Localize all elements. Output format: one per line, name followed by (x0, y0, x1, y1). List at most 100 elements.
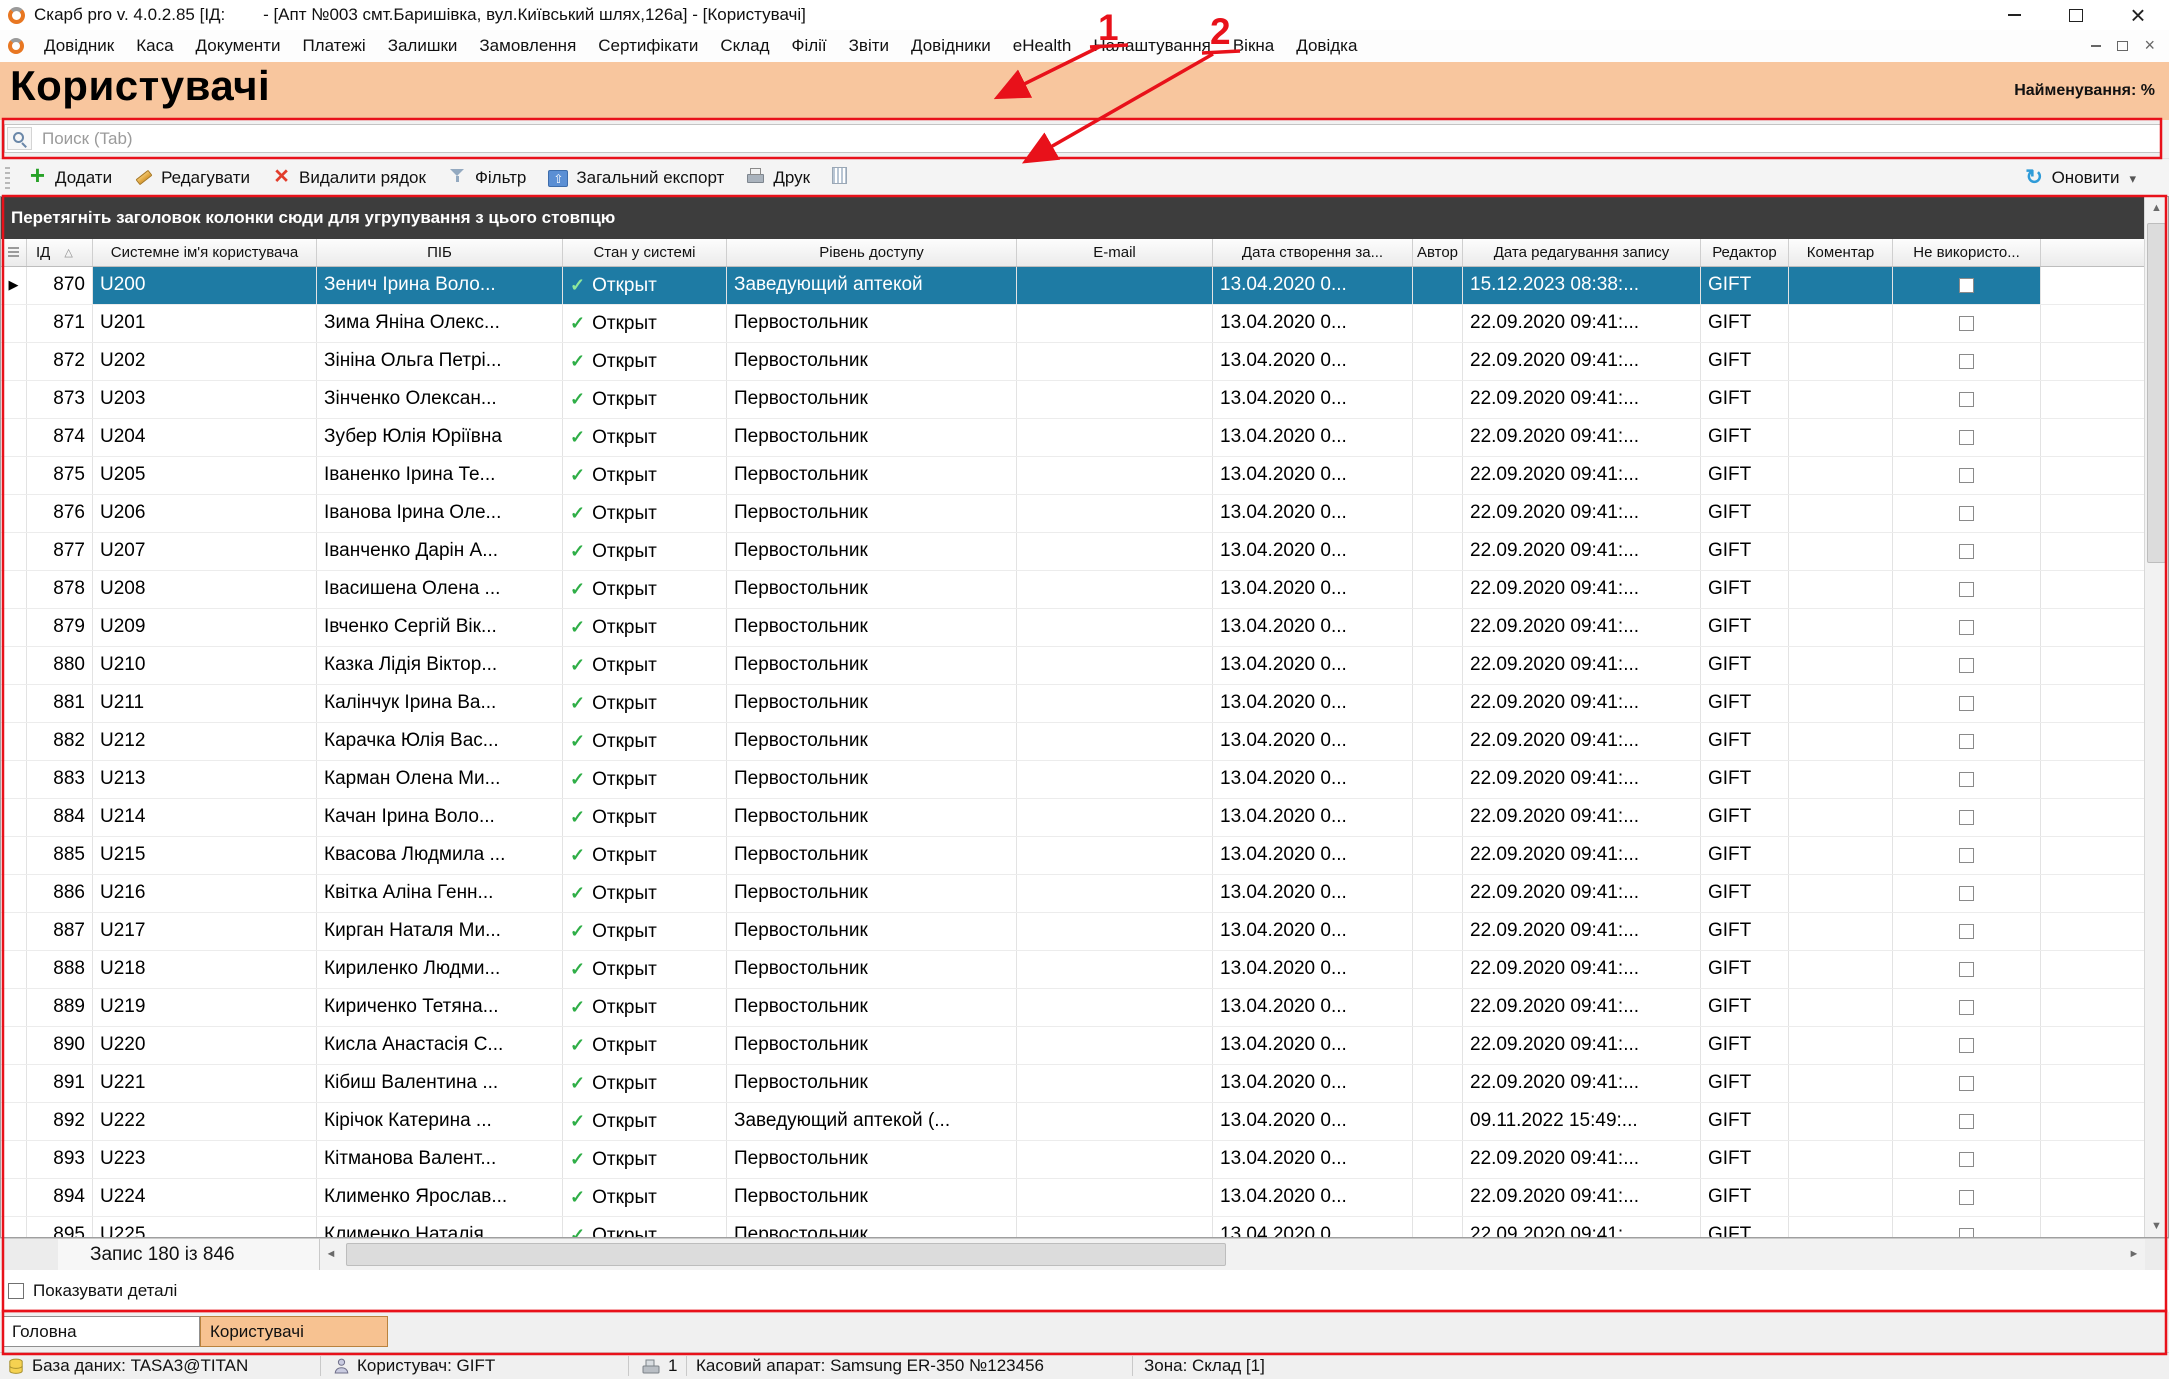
not-used-checkbox[interactable] (1959, 392, 1974, 407)
horizontal-scroll-thumb[interactable] (346, 1243, 1226, 1266)
column-header-email[interactable]: E-mail (1017, 239, 1213, 266)
not-used-checkbox[interactable] (1959, 772, 1974, 787)
column-header-status[interactable]: Стан у системі (563, 239, 727, 266)
search-icon[interactable] (7, 127, 32, 150)
table-row[interactable]: 878U208Івасишена Олена ...✓ОткрытПервост… (1, 571, 2144, 609)
table-row[interactable]: 879U209Івченко Сергій Вік...✓ОткрытПерво… (1, 609, 2144, 647)
table-row[interactable]: 871U201Зима Яніна Олекс...✓ОткрытПервост… (1, 305, 2144, 343)
column-header-id[interactable]: ІД△ (27, 239, 93, 266)
table-row[interactable]: 892U222Кірічок Катерина ...✓ОткрытЗаведу… (1, 1103, 2144, 1141)
delete-button[interactable]: Видалити рядок (261, 163, 437, 193)
tab-users[interactable]: Користувачі (200, 1316, 388, 1347)
table-row[interactable]: 895U225Клименко Наталія✓ОткрытПервостоль… (1, 1217, 2144, 1237)
table-row[interactable]: 894U224Клименко Ярослав...✓ОткрытПервост… (1, 1179, 2144, 1217)
table-row[interactable]: 885U215Квасова Людмила ...✓ОткрытПервост… (1, 837, 2144, 875)
table-row[interactable]: 882U212Карачка Юлія Вас...✓ОткрытПервост… (1, 723, 2144, 761)
vertical-scroll-thumb[interactable] (2147, 223, 2166, 563)
scroll-down-icon[interactable] (2145, 1215, 2168, 1237)
menu-item-2[interactable]: Документи (185, 36, 292, 56)
chevron-down-icon[interactable] (2127, 168, 2136, 188)
not-used-checkbox[interactable] (1959, 1114, 1974, 1129)
menu-item-8[interactable]: Філії (781, 36, 838, 56)
not-used-checkbox[interactable] (1959, 1190, 1974, 1205)
not-used-checkbox[interactable] (1959, 1228, 1974, 1237)
menu-item-14[interactable]: Довідка (1285, 36, 1368, 56)
table-row[interactable]: 883U213Карман Олена Ми...✓ОткрытПервосто… (1, 761, 2144, 799)
not-used-checkbox[interactable] (1959, 810, 1974, 825)
mdi-restore-button[interactable] (2117, 41, 2128, 51)
vertical-scrollbar[interactable] (2144, 197, 2168, 1237)
table-row[interactable]: 884U214Качан Ірина Воло...✓ОткрытПервост… (1, 799, 2144, 837)
mdi-close-button[interactable] (2144, 37, 2155, 56)
not-used-checkbox[interactable] (1959, 582, 1974, 597)
table-row[interactable]: 888U218Кириленко Людми...✓ОткрытПервосто… (1, 951, 2144, 989)
not-used-checkbox[interactable] (1959, 620, 1974, 635)
column-header-notused[interactable]: Не використо... (1893, 239, 2041, 266)
menu-item-9[interactable]: Звіти (838, 36, 900, 56)
show-details-checkbox[interactable] (8, 1283, 24, 1299)
not-used-checkbox[interactable] (1959, 354, 1974, 369)
table-row[interactable]: 889U219Кириченко Тетяна...✓ОткрытПервост… (1, 989, 2144, 1027)
not-used-checkbox[interactable] (1959, 886, 1974, 901)
not-used-checkbox[interactable] (1959, 544, 1974, 559)
table-row[interactable]: 891U221Кібиш Валентина ...✓ОткрытПервост… (1, 1065, 2144, 1103)
not-used-checkbox[interactable] (1959, 1152, 1974, 1167)
not-used-checkbox[interactable] (1959, 696, 1974, 711)
group-by-bar[interactable]: Перетягніть заголовок колонки сюди для у… (1, 197, 2144, 239)
menu-item-6[interactable]: Сертифікати (587, 36, 709, 56)
maximize-button[interactable] (2045, 0, 2107, 30)
search-field[interactable] (4, 124, 2161, 153)
columns-button[interactable] (821, 163, 858, 193)
table-row[interactable]: ▶870U200Зенич Ірина Воло...✓ОткрытЗаведу… (1, 267, 2144, 305)
not-used-checkbox[interactable] (1959, 316, 1974, 331)
table-row[interactable]: 886U216Квітка Аліна Генн...✓ОткрытПервос… (1, 875, 2144, 913)
add-button[interactable]: Додати (17, 163, 123, 193)
not-used-checkbox[interactable] (1959, 278, 1974, 293)
column-header-created[interactable]: Дата створення за... (1213, 239, 1413, 266)
menu-item-12[interactable]: Налаштування (1082, 36, 1222, 56)
menu-item-0[interactable]: Довідник (33, 36, 125, 56)
refresh-button[interactable]: Оновити (2014, 163, 2147, 193)
not-used-checkbox[interactable] (1959, 1038, 1974, 1053)
table-row[interactable]: 890U220Кисла Анастасія С...✓ОткрытПервос… (1, 1027, 2144, 1065)
menu-item-13[interactable]: Вікна (1222, 36, 1285, 56)
menu-item-3[interactable]: Платежі (291, 36, 376, 56)
menu-item-10[interactable]: Довідники (900, 36, 1002, 56)
table-row[interactable]: 872U202Зініна Ольга Петрі...✓ОткрытПерво… (1, 343, 2144, 381)
mdi-minimize-button[interactable] (2091, 45, 2101, 47)
export-button[interactable]: Загальний експорт (537, 163, 735, 193)
edit-button[interactable]: Редагувати (123, 163, 261, 193)
menu-item-1[interactable]: Каса (125, 36, 184, 56)
not-used-checkbox[interactable] (1959, 962, 1974, 977)
column-header-editor[interactable]: Редактор (1701, 239, 1789, 266)
not-used-checkbox[interactable] (1959, 924, 1974, 939)
close-button[interactable] (2107, 0, 2169, 30)
menu-item-7[interactable]: Склад (709, 36, 780, 56)
column-header-ind[interactable] (1, 239, 27, 266)
table-row[interactable]: 880U210Казка Лідія Віктор...✓ОткрытПерво… (1, 647, 2144, 685)
scroll-right-icon[interactable] (2123, 1239, 2145, 1270)
not-used-checkbox[interactable] (1959, 430, 1974, 445)
table-row[interactable]: 877U207Іванченко Дарін А...✓ОткрытПервос… (1, 533, 2144, 571)
not-used-checkbox[interactable] (1959, 658, 1974, 673)
column-header-access[interactable]: Рівень доступу (727, 239, 1017, 266)
table-row[interactable]: 876U206Іванова Ірина Оле...✓ОткрытПервос… (1, 495, 2144, 533)
tab-main[interactable]: Головна (2, 1316, 200, 1347)
toolbar-grip-icon[interactable] (5, 167, 10, 189)
menu-item-11[interactable]: eHealth (1002, 36, 1083, 56)
not-used-checkbox[interactable] (1959, 468, 1974, 483)
column-header-edited[interactable]: Дата редагування запису (1463, 239, 1701, 266)
table-row[interactable]: 873U203Зінченко Олексан...✓ОткрытПервост… (1, 381, 2144, 419)
table-row[interactable]: 875U205Іваненко Ірина Те...✓ОткрытПервос… (1, 457, 2144, 495)
not-used-checkbox[interactable] (1959, 506, 1974, 521)
table-row[interactable]: 881U211Калінчук Ірина Ва...✓ОткрытПервос… (1, 685, 2144, 723)
not-used-checkbox[interactable] (1959, 1000, 1974, 1015)
print-button[interactable]: Друк (735, 163, 821, 193)
not-used-checkbox[interactable] (1959, 734, 1974, 749)
not-used-checkbox[interactable] (1959, 848, 1974, 863)
column-header-pib[interactable]: ПІБ (317, 239, 563, 266)
column-header-comment[interactable]: Коментар (1789, 239, 1893, 266)
menu-item-4[interactable]: Залишки (377, 36, 469, 56)
not-used-checkbox[interactable] (1959, 1076, 1974, 1091)
table-row[interactable]: 893U223Кітманова Валент...✓ОткрытПервост… (1, 1141, 2144, 1179)
